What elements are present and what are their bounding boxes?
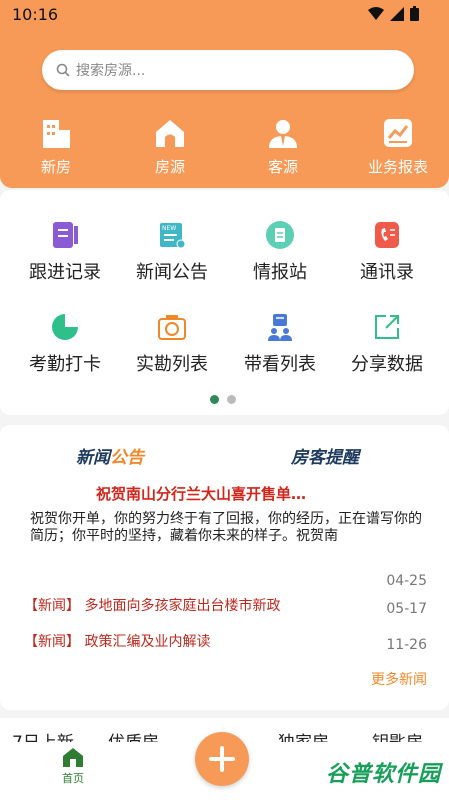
feature-grid: 跟进记录 NEW 新闻公告 情报站 通讯录 考勤打卡 实勘列表 带看列表 分享数… — [0, 190, 449, 415]
page-dot-active[interactable] — [210, 395, 219, 404]
home-icon — [63, 748, 83, 767]
grid-news[interactable]: NEW 新闻公告 — [117, 220, 227, 284]
tab-news-label-b: 公告 — [110, 448, 144, 468]
top-nav: 新房 房源 客源 业务报表 — [0, 116, 449, 186]
person-icon — [269, 120, 297, 148]
plus-icon — [209, 746, 235, 772]
bottom-nav-home[interactable]: 首页 — [56, 742, 90, 786]
top-nav-listings[interactable]: 房源 — [120, 116, 220, 177]
status-time: 10:16 — [12, 5, 59, 24]
news-date: 05-17 — [386, 601, 427, 617]
report-chart-icon — [384, 119, 412, 147]
grid-attendance[interactable]: 考勤打卡 — [10, 312, 120, 376]
page-dot[interactable] — [227, 395, 236, 404]
watermark-logo: 谷普软件园 — [325, 762, 441, 787]
grid-label: 考勤打卡 — [29, 354, 101, 375]
tab-news[interactable]: 新闻公告 — [76, 443, 144, 468]
signal-icon — [390, 6, 404, 21]
notebook-icon — [53, 222, 78, 248]
grid-label: 跟进记录 — [29, 262, 101, 283]
news-date: 11-26 — [386, 637, 427, 653]
building-icon — [43, 120, 70, 148]
more-news-link[interactable]: 更多新闻 — [371, 669, 427, 689]
home-label: 首页 — [62, 772, 84, 785]
grid-intel[interactable]: 情报站 — [225, 220, 335, 284]
top-nav-reports[interactable]: 业务报表 — [348, 116, 448, 177]
grid-survey[interactable]: 实勘列表 — [117, 312, 227, 376]
grid-label: 情报站 — [253, 262, 307, 283]
wifi-icon — [368, 6, 384, 20]
grid-share[interactable]: 分享数据 — [332, 312, 442, 376]
top-nav-new-house[interactable]: 新房 — [6, 116, 106, 177]
news-headline[interactable]: 祝贺南山分行兰大山喜开售单… — [96, 483, 306, 504]
grid-contacts[interactable]: 通讯录 — [332, 220, 442, 284]
grid-label: 带看列表 — [244, 354, 316, 375]
grid-label: 实勘列表 — [136, 354, 208, 375]
news-item[interactable]: 【新闻】 多地面向多孩家庭出台楼市新政 — [24, 595, 280, 615]
top-nav-label: 业务报表 — [367, 158, 428, 176]
top-nav-label: 房源 — [154, 158, 185, 176]
house-icon — [156, 120, 184, 147]
top-nav-label: 新房 — [40, 158, 71, 176]
share-icon — [375, 315, 399, 339]
news-date: 04-25 — [386, 573, 427, 589]
tab-reminder[interactable]: 房客提醒 — [291, 443, 359, 468]
grid-label: 通讯录 — [360, 262, 414, 283]
grid-follow-up[interactable]: 跟进记录 — [10, 220, 120, 284]
search-icon — [56, 63, 70, 77]
svg-text:NEW: NEW — [162, 225, 176, 232]
grid-label: 分享数据 — [351, 354, 423, 375]
search-input[interactable]: 搜索房源... — [42, 50, 414, 90]
news-icon: NEW — [160, 223, 186, 249]
viewing-people-icon — [268, 314, 292, 341]
news-item[interactable]: 【新闻】 政策汇编及业内解读 — [24, 631, 210, 651]
news-card: 新闻公告 房客提醒 祝贺南山分行兰大山喜开售单… 祝贺你开单，你的努力终于有了回… — [0, 425, 449, 710]
top-nav-clients[interactable]: 客源 — [233, 116, 333, 177]
pie-clock-icon — [52, 314, 78, 340]
tab-news-label-a: 新闻 — [76, 448, 110, 468]
camera-icon — [158, 315, 186, 340]
page-indicator — [210, 395, 236, 404]
grid-label: 新闻公告 — [136, 262, 208, 283]
status-icons — [368, 6, 419, 21]
battery-icon — [410, 6, 419, 21]
search-placeholder: 搜索房源... — [76, 63, 146, 79]
bottom-nav: 首页 谷普软件园 — [0, 732, 449, 800]
grid-viewing[interactable]: 带看列表 — [225, 312, 335, 376]
top-nav-label: 客源 — [267, 158, 298, 176]
news-body: 祝贺你开单，你的努力终于有了回报，你的经历，正在谱写你的简历；你平时的坚持，藏着… — [30, 511, 422, 544]
status-bar: 10:16 — [0, 0, 449, 30]
add-button[interactable] — [195, 732, 249, 786]
document-circle-icon — [266, 221, 294, 249]
address-book-icon — [375, 222, 399, 248]
